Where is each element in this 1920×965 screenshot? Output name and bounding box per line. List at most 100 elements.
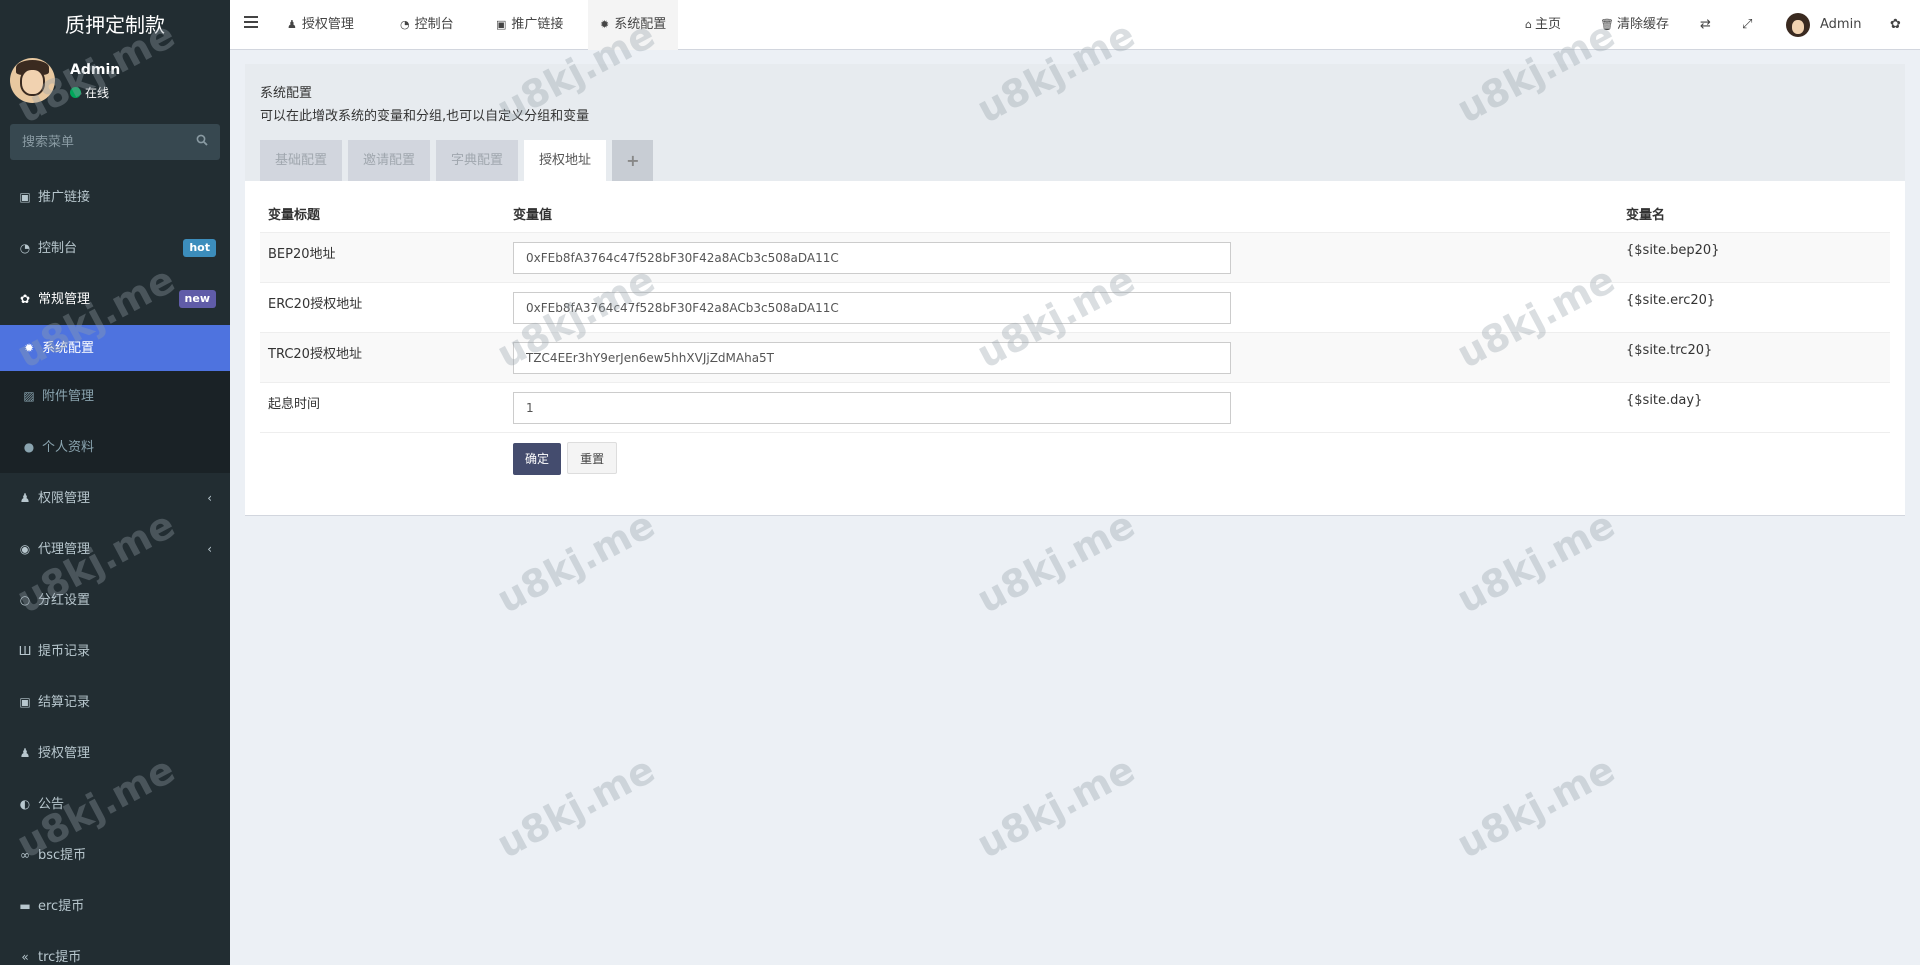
watermark: u8kj.me	[1449, 502, 1622, 622]
menu-search	[10, 124, 220, 160]
hot-badge: hot	[183, 239, 216, 257]
chevron-left-icon: ‹	[207, 542, 212, 556]
cogs-icon: ✿	[19, 292, 31, 306]
top-navbar: ♟ 授权管理 ◔ 控制台 ▣ 推广链接 ✹ 系统配置 ⌂ 主页 🗑 清除缓存 ⇄ ⤢ Adm…	[230, 0, 1920, 50]
form-actions-row: 确定 重置	[260, 432, 1890, 482]
tab-system-config[interactable]: ✹ 系统配置	[588, 0, 679, 50]
language-icon[interactable]: ⇄	[1700, 0, 1711, 50]
card-icon: ▣	[19, 695, 31, 709]
main-content: 系统配置 可以在此增改系统的变量和分组,也可以自定义分组和变量 基础配置 邀请配…	[245, 64, 1905, 516]
watermark: u8kj.me	[1449, 747, 1622, 867]
row-title: 起息时间	[260, 382, 505, 433]
sidebar-item-permissions[interactable]: ♟ 权限管理 ‹	[0, 473, 230, 524]
avatar	[1786, 12, 1810, 37]
tab-invite-config[interactable]: 邀请配置	[348, 140, 431, 181]
users-icon: ♟	[19, 746, 31, 760]
tab-basic-config[interactable]: 基础配置	[260, 140, 343, 181]
page-title: 系统配置	[260, 86, 313, 101]
row-var-name: {$site.bep20}	[1618, 232, 1890, 283]
row-title: BEP20地址	[260, 232, 505, 283]
watermark: u8kj.me	[969, 502, 1142, 622]
home-link[interactable]: ⌂ 主页	[1525, 0, 1561, 50]
row-title: ERC20授权地址	[260, 282, 505, 333]
bep20-address-input[interactable]	[513, 241, 1231, 274]
watermark: u8kj.me	[489, 747, 662, 867]
row-var-name: {$site.erc20}	[1618, 282, 1890, 333]
search-input[interactable]	[10, 124, 220, 160]
row-value-cell	[505, 232, 1618, 283]
user-menu[interactable]: Admin	[1786, 0, 1861, 50]
trc20-address-input[interactable]	[513, 341, 1231, 374]
row-title: TRC20授权地址	[260, 332, 505, 383]
users-icon: ♟	[19, 491, 31, 505]
row-value-cell	[505, 282, 1618, 333]
gear-icon: ✹	[23, 341, 35, 355]
user-icon: ●	[23, 440, 35, 454]
sidebar-item-erc-withdraw[interactable]: ▬ erc提币	[0, 881, 230, 932]
row-var-name: {$site.trc20}	[1618, 332, 1890, 383]
bank-icon: Ш	[18, 644, 32, 658]
sidebar-item-profile[interactable]: ● 个人资料	[0, 422, 230, 473]
rewind-icon: «	[21, 950, 29, 964]
user-name: Admin	[70, 62, 121, 78]
dashboard-icon: ◔	[400, 18, 410, 31]
menu-toggle-icon[interactable]	[244, 16, 258, 28]
app-logo[interactable]: 质押定制款	[0, 0, 230, 50]
tab-authorization[interactable]: ♟ 授权管理	[275, 0, 366, 50]
dashboard-icon: ◔	[19, 241, 31, 255]
trash-icon: 🗑	[1600, 18, 1614, 31]
user-circle-icon: ◉	[19, 542, 31, 556]
row-var-name: {$site.day}	[1618, 382, 1890, 433]
table-row: 起息时间 {$site.day}	[260, 382, 1890, 433]
sidebar-item-trc-withdraw[interactable]: «trc提币	[0, 932, 230, 965]
tab-auth-address[interactable]: 授权地址	[524, 140, 607, 181]
table-header-row: 变量标题 变量值 变量名	[260, 196, 1890, 233]
tab-dictionary-config[interactable]: 字典配置	[436, 140, 519, 181]
sidebar-item-withdraw-records[interactable]: Ш 提币记录	[0, 626, 230, 677]
submit-button[interactable]: 确定	[513, 442, 562, 475]
panel-body: 变量标题 变量值 变量名 BEP20地址 {$site.bep20} ERC20…	[245, 181, 1905, 516]
sidebar-item-dividends[interactable]: ○ 分红设置	[0, 575, 230, 626]
sidebar-item-settlements[interactable]: ▣ 结算记录	[0, 677, 230, 728]
table-row: ERC20授权地址 {$site.erc20}	[260, 282, 1890, 333]
sidebar-item-bsc-withdraw[interactable]: ∞ bsc提币	[0, 830, 230, 881]
link-icon: ▣	[496, 18, 507, 31]
config-tabs: 基础配置 邀请配置 字典配置 授权地址 +	[260, 140, 659, 181]
sidebar-item-attachments[interactable]: ▨ 附件管理	[0, 371, 230, 422]
table-row: TRC20授权地址 {$site.trc20}	[260, 332, 1890, 383]
settings-cogs-icon[interactable]: ✿	[1890, 0, 1901, 50]
user-status: 在线	[70, 84, 109, 101]
fullscreen-icon[interactable]: ⤢	[1742, 0, 1752, 50]
sidebar-item-authorization[interactable]: ♟ 授权管理	[0, 728, 230, 779]
col-header-title: 变量标题	[260, 196, 505, 233]
watermark: u8kj.me	[489, 502, 662, 622]
users-icon: ♟	[287, 18, 297, 31]
avatar	[10, 58, 55, 103]
interest-start-input[interactable]	[513, 391, 1231, 424]
reset-button[interactable]: 重置	[567, 441, 618, 474]
clear-cache-button[interactable]: 🗑 清除缓存	[1600, 0, 1669, 50]
sidebar-item-system-config[interactable]: ✹ 系统配置	[0, 325, 230, 371]
col-header-name: 变量名	[1618, 196, 1890, 233]
tab-dashboard[interactable]: ◔ 控制台	[388, 0, 466, 50]
add-tab-button[interactable]: +	[612, 140, 654, 181]
erc20-address-input[interactable]	[513, 291, 1231, 324]
sidebar-menu: ▣ 推广链接 ◔ 控制台 hot ✿ 常规管理 new ✹ 系统配置 ▨ 附件管理 ● 个人资料…	[0, 172, 230, 965]
col-header-value: 变量值	[505, 196, 1618, 233]
tab-promo-link[interactable]: ▣ 推广链接	[484, 0, 575, 50]
search-icon[interactable]	[196, 134, 208, 146]
sidebar-item-dashboard[interactable]: ◔ 控制台 hot	[0, 223, 230, 274]
sidebar-item-notice[interactable]: ◐ 公告	[0, 779, 230, 830]
watermark: u8kj.me	[969, 747, 1142, 867]
sidebar-item-agents[interactable]: ◉ 代理管理 ‹	[0, 524, 230, 575]
page-description: 可以在此增改系统的变量和分组,也可以自定义分组和变量	[260, 109, 590, 124]
sidebar-item-promo-link[interactable]: ▣ 推广链接	[0, 172, 230, 223]
bicycle-icon: ∞	[20, 848, 30, 862]
link-icon: ▣	[19, 190, 31, 204]
table-row: BEP20地址 {$site.bep20}	[260, 232, 1890, 283]
briefcase-icon: ▬	[19, 899, 31, 913]
config-table: 变量标题 变量值 变量名 BEP20地址 {$site.bep20} ERC20…	[260, 196, 1890, 482]
sidebar-item-general[interactable]: ✿ 常规管理 new	[0, 274, 230, 325]
home-icon: ⌂	[1525, 18, 1532, 31]
adjust-icon: ◐	[19, 797, 31, 811]
